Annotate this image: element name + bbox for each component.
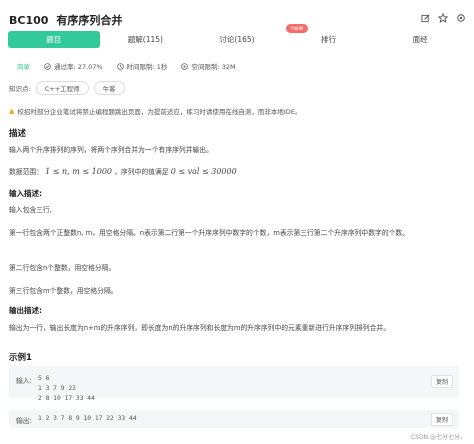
range-math-nm: 1 ≤ n, m ≤ 1000 [45, 167, 113, 176]
warning-notice: ▲ 校招时部分企业笔试将禁止编程题跳出页面，为提前适应，练习时请使用在线自测，而… [9, 106, 301, 116]
time-limit: 时间限制: 1秒 [116, 61, 168, 71]
copy-output-button[interactable]: 复制 [430, 413, 453, 426]
output-line: 1 2 3 7 8 9 10 17 22 33 44 [38, 415, 137, 422]
pass-rate-text: 通过率: 27.07% [54, 63, 103, 71]
problem-id: BC100 [9, 14, 49, 27]
input-desc-line: 第一行包含两个正整数n, m，用空格分隔。n表示第二行第一个升序序列中数字的个数… [9, 229, 410, 237]
description-text: 输入两个升序排列的序列，将两个序列合并为一个有序序列并输出。 [9, 146, 213, 154]
input-line: 2 8 10 17 33 44 [38, 395, 95, 402]
input-desc-line: 第二行包含n个整数，用空格分隔。 [9, 264, 116, 272]
input-desc-title: 输入描述: [9, 189, 42, 198]
tag-chip[interactable]: C++工程师 [35, 81, 89, 95]
knowledge-label: 知识点: [9, 85, 31, 93]
page-title: BC100 有序序列合并 [9, 12, 122, 28]
input-desc-line: 输入包含三行, [9, 206, 52, 214]
output-desc-title: 输出描述: [9, 306, 42, 315]
problem-tabs: 题目 题解(115) 讨论(165) 排行 面经 [8, 31, 466, 48]
warning-icon: ▲ [9, 107, 15, 115]
input-desc-line: 第三行包含m个整数，用空格分隔。 [9, 287, 118, 295]
edit-icon[interactable] [420, 13, 430, 23]
settings-icon[interactable] [456, 13, 466, 23]
problem-header: BC100 有序序列合并 题目 题解(115) 讨论(165) 排行 面经 new [0, 0, 474, 60]
output-label: 输出: [16, 417, 32, 425]
tag-chip[interactable]: 牛客 [93, 81, 125, 95]
description-title: 描述 [9, 129, 27, 139]
input-line: 5 6 [38, 375, 50, 382]
memory-icon [181, 62, 189, 70]
copy-input-button[interactable]: 复制 [430, 375, 453, 388]
space-limit: 空间限制: 32M [181, 61, 236, 71]
space-limit-text: 空间限制: 32M [191, 63, 236, 71]
example-input-box: 输入: 5 6 1 3 7 9 22 2 8 10 17 33 44 复制 [9, 366, 459, 402]
tab-problem[interactable]: 题目 [8, 31, 100, 48]
pass-rate: 通过率: 27.07% [44, 61, 103, 71]
problem-meta: 简单 通过率: 27.07% 时间限制: 1秒 空间限制: 32M [17, 61, 250, 71]
output-desc-text: 输出为一行，输出长度为n+m的升序序列，即长度为n的升序序列和长度为m的升序序列… [9, 324, 390, 332]
time-limit-text: 时间限制: 1秒 [126, 63, 168, 71]
range-math-val: 0 ≤ val ≤ 30000 [170, 167, 237, 176]
check-circle-icon [44, 62, 51, 70]
tab-interview[interactable]: 面经 [374, 31, 466, 48]
watermark: CSDN @七分七分。 [410, 434, 466, 441]
header-actions [420, 13, 466, 23]
star-icon[interactable] [438, 13, 448, 23]
range-mid: ，序列中的值满足 [114, 168, 169, 176]
range-prefix: 数据范围： [9, 168, 43, 176]
input-line: 1 3 7 9 22 [38, 385, 76, 392]
tab-ranking[interactable]: 排行 [283, 31, 375, 48]
example-title: 示例1 [9, 353, 32, 363]
new-badge: new [286, 24, 309, 33]
difficulty-level: 简单 [17, 63, 30, 71]
warning-text: 校招时部分企业笔试将禁止编程题跳出页面，为提前适应，练习时请使用在线自测，而非本… [17, 108, 302, 116]
clock-icon [116, 62, 124, 70]
data-range: 数据范围： 1 ≤ n, m ≤ 1000 ，序列中的值满足 0 ≤ val ≤… [9, 166, 237, 176]
knowledge-points: 知识点: C++工程师 牛客 [9, 81, 125, 95]
example-output-box: 输出: 1 2 3 7 8 9 10 17 22 33 44 复制 [9, 410, 459, 428]
tab-solutions[interactable]: 题解(115) [100, 31, 192, 48]
input-label: 输入: [16, 377, 32, 385]
tab-discussion[interactable]: 讨论(165) [191, 31, 283, 48]
problem-title: 有序序列合并 [56, 14, 123, 27]
